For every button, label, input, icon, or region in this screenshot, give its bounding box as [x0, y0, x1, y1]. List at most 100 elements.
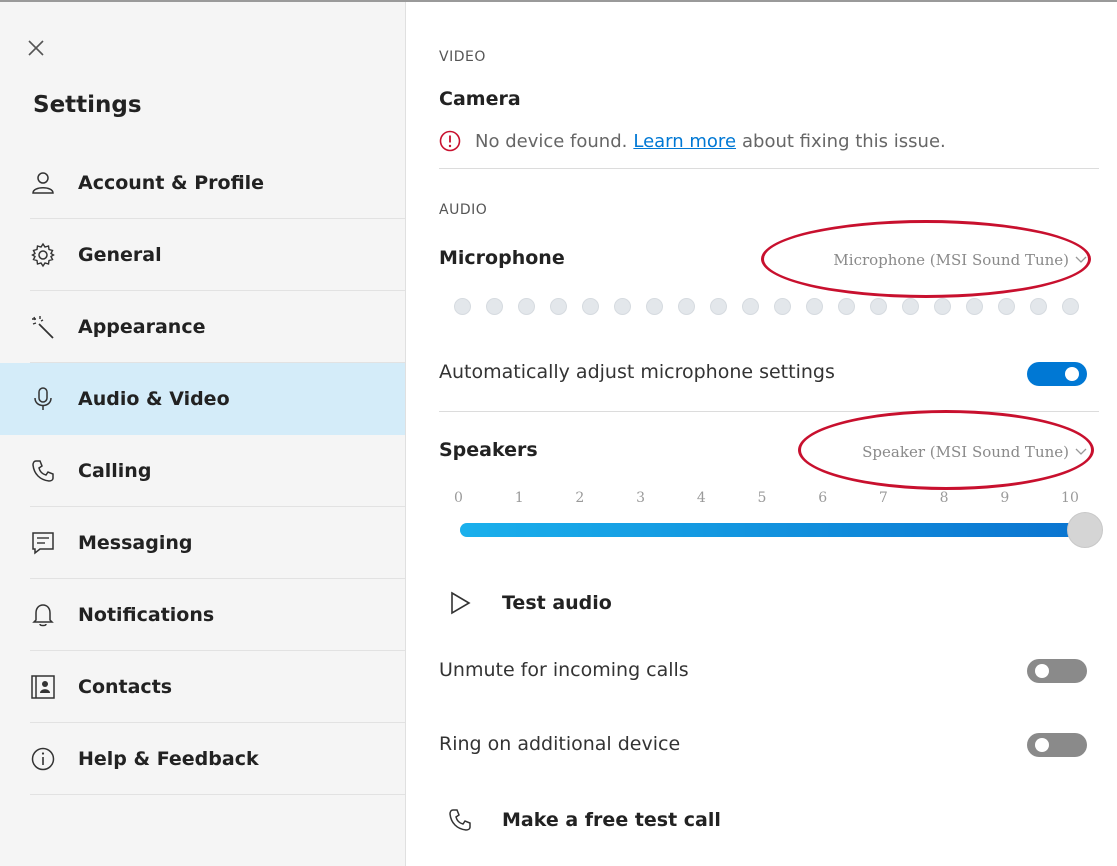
speakers-title: Speakers	[439, 439, 538, 461]
mic-level-dot	[646, 298, 663, 315]
settings-sidebar: Settings Account & Profile General Appea…	[0, 2, 406, 866]
speaker-device-dropdown[interactable]: Speaker (MSI Sound Tune)	[862, 443, 1087, 461]
free-test-call-button[interactable]: Make a free test call	[446, 806, 721, 834]
warning-icon	[439, 130, 461, 152]
microphone-title: Microphone	[439, 247, 565, 269]
camera-title: Camera	[439, 88, 521, 110]
divider	[439, 411, 1099, 412]
person-icon	[30, 170, 56, 196]
sidebar-item-label: Calling	[78, 460, 152, 482]
phone-icon	[30, 458, 56, 484]
toggle-knob	[1035, 664, 1049, 678]
unmute-label: Unmute for incoming calls	[439, 659, 689, 681]
play-icon	[446, 589, 474, 617]
chevron-down-icon	[1075, 256, 1087, 264]
ring-toggle[interactable]	[1027, 733, 1087, 757]
sidebar-item-help-feedback[interactable]: Help & Feedback	[0, 723, 405, 795]
sidebar-item-appearance[interactable]: Appearance	[0, 291, 405, 363]
toggle-knob	[1065, 367, 1079, 381]
volume-tick-labels: 0 1 2 3 4 5 6 7 8 9 10	[454, 490, 1079, 506]
sidebar-item-label: General	[78, 244, 162, 266]
audio-section-header: AUDIO	[439, 202, 488, 218]
phone-icon	[446, 806, 474, 834]
speaker-volume-slider[interactable]	[460, 512, 1103, 548]
sidebar-item-label: Contacts	[78, 676, 173, 698]
volume-tick-label: 1	[514, 490, 524, 506]
mic-level-dot	[742, 298, 759, 315]
sidebar-item-account-profile[interactable]: Account & Profile	[0, 147, 405, 219]
volume-tick-label: 7	[878, 490, 888, 506]
sidebar-item-audio-video[interactable]: Audio & Video	[0, 363, 405, 435]
sidebar-item-contacts[interactable]: Contacts	[0, 651, 405, 723]
sidebar-item-label: Notifications	[78, 604, 215, 626]
microphone-level-meter	[454, 298, 1079, 315]
settings-nav: Account & Profile General Appearance Aud…	[0, 147, 405, 795]
test-audio-label: Test audio	[502, 592, 612, 614]
mic-level-dot	[870, 298, 887, 315]
mic-level-dot	[614, 298, 631, 315]
speaker-device-value: Speaker (MSI Sound Tune)	[862, 443, 1069, 461]
audio-video-settings-panel: VIDEO Camera No device found. Learn more…	[406, 2, 1117, 866]
page-title: Settings	[33, 92, 142, 118]
message-icon	[30, 530, 56, 556]
mic-level-dot	[710, 298, 727, 315]
sidebar-item-label: Messaging	[78, 532, 193, 554]
volume-tick-label: 0	[454, 490, 463, 506]
toggle-knob	[1035, 738, 1049, 752]
mic-level-dot	[454, 298, 471, 315]
mic-level-dot	[550, 298, 567, 315]
learn-more-link[interactable]: Learn more	[633, 131, 736, 152]
mic-level-dot	[582, 298, 599, 315]
sidebar-item-messaging[interactable]: Messaging	[0, 507, 405, 579]
volume-tick-label: 3	[636, 490, 646, 506]
volume-tick-label: 9	[1000, 490, 1010, 506]
video-section-header: VIDEO	[439, 49, 486, 65]
mic-level-dot	[1030, 298, 1047, 315]
gear-icon	[30, 242, 56, 268]
magic-wand-icon	[30, 314, 56, 340]
sidebar-item-general[interactable]: General	[0, 219, 405, 291]
sidebar-item-label: Audio & Video	[78, 388, 230, 410]
mic-level-dot	[966, 298, 983, 315]
settings-window: Settings Account & Profile General Appea…	[0, 0, 1117, 866]
mic-level-dot	[518, 298, 535, 315]
mic-level-dot	[678, 298, 695, 315]
close-icon[interactable]	[22, 34, 52, 64]
volume-tick-label: 8	[939, 490, 949, 506]
volume-tick-label: 5	[757, 490, 767, 506]
contact-card-icon	[30, 674, 56, 700]
camera-msg-suffix: about fixing this issue.	[742, 130, 946, 152]
sidebar-item-label: Appearance	[78, 316, 206, 338]
sidebar-item-calling[interactable]: Calling	[0, 435, 405, 507]
microphone-device-dropdown[interactable]: Microphone (MSI Sound Tune)	[833, 251, 1087, 269]
volume-tick-label: 2	[575, 490, 585, 506]
unmute-toggle[interactable]	[1027, 659, 1087, 683]
chevron-down-icon	[1075, 448, 1087, 456]
volume-slider-thumb[interactable]	[1067, 512, 1103, 548]
info-icon	[30, 746, 56, 772]
test-call-label: Make a free test call	[502, 809, 721, 831]
mic-level-dot	[806, 298, 823, 315]
camera-msg-prefix: No device found.	[475, 130, 628, 152]
microphone-icon	[30, 386, 56, 412]
ring-label: Ring on additional device	[439, 733, 681, 755]
volume-tick-label: 4	[696, 490, 706, 506]
sidebar-item-label: Account & Profile	[78, 172, 265, 194]
sidebar-item-notifications[interactable]: Notifications	[0, 579, 405, 651]
divider	[439, 168, 1099, 169]
mic-level-dot	[998, 298, 1015, 315]
mic-level-dot	[838, 298, 855, 315]
auto-adjust-label: Automatically adjust microphone settings	[439, 361, 835, 383]
microphone-device-value: Microphone (MSI Sound Tune)	[833, 251, 1069, 269]
test-audio-button[interactable]: Test audio	[446, 589, 612, 617]
bell-icon	[30, 602, 56, 628]
mic-level-dot	[1062, 298, 1079, 315]
auto-adjust-toggle[interactable]	[1027, 362, 1087, 386]
volume-fill	[460, 523, 1085, 537]
camera-error-message: No device found. Learn more about fixing…	[439, 130, 946, 152]
volume-tick-label: 10	[1061, 490, 1079, 506]
sidebar-item-label: Help & Feedback	[78, 748, 259, 770]
mic-level-dot	[486, 298, 503, 315]
mic-level-dot	[902, 298, 919, 315]
mic-level-dot	[774, 298, 791, 315]
